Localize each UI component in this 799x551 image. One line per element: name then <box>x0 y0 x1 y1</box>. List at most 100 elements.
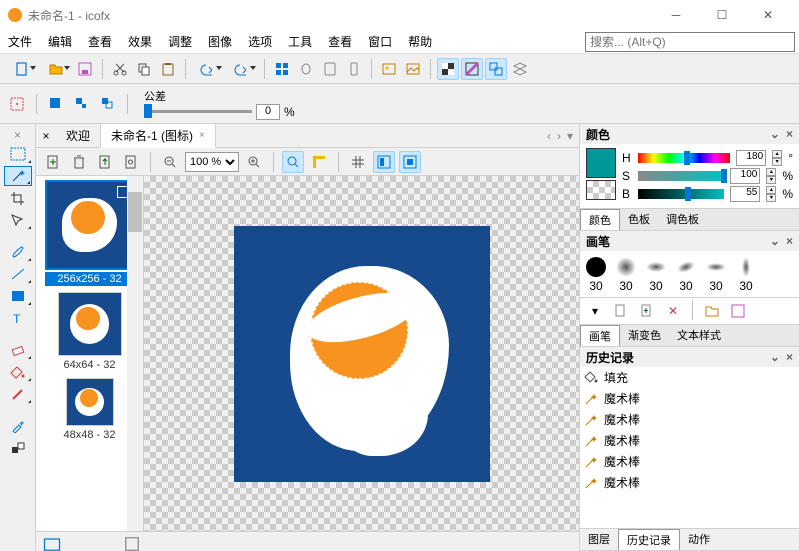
s-value[interactable]: 100 <box>730 168 760 184</box>
brush-preset[interactable]: 30 <box>704 255 728 293</box>
menu-edit[interactable]: 编辑 <box>40 30 80 53</box>
brush-preset[interactable]: 30 <box>674 255 698 293</box>
size-up-button[interactable] <box>94 151 116 173</box>
thumbnail-item[interactable]: 64x64 - 32 <box>45 292 135 372</box>
image-button[interactable] <box>378 58 400 80</box>
maximize-button[interactable]: ☐ <box>699 0 745 30</box>
bounds-button[interactable] <box>485 58 507 80</box>
color-swap-tool[interactable] <box>4 438 32 458</box>
panel-close-icon[interactable]: × <box>786 127 793 141</box>
menu-tools[interactable]: 工具 <box>280 30 320 53</box>
bri-slider[interactable] <box>638 189 724 199</box>
grid-button[interactable] <box>347 151 369 173</box>
select-add-button[interactable] <box>45 93 67 115</box>
tabs-close-icon[interactable]: × <box>36 129 56 143</box>
checker-button[interactable] <box>437 58 459 80</box>
platform-android-button[interactable] <box>319 58 341 80</box>
thumbnail-item[interactable]: 256x256 - 32 <box>45 180 135 286</box>
brush-add-button[interactable] <box>636 300 658 322</box>
brush-preset[interactable]: 30 <box>734 255 758 293</box>
canvas-area[interactable] <box>144 176 579 531</box>
brush-open-button[interactable] <box>701 300 723 322</box>
thumbnail-item[interactable]: 48x48 - 32 <box>45 378 135 442</box>
gradient-tool[interactable] <box>4 384 32 404</box>
brush-preset[interactable]: 30 <box>614 255 638 293</box>
add-size-button[interactable] <box>42 151 64 173</box>
select-sub-button[interactable] <box>71 93 93 115</box>
guide-button[interactable] <box>399 151 421 173</box>
tab-close-icon[interactable]: × <box>199 130 205 141</box>
zoom-tool-button[interactable] <box>282 151 304 173</box>
brush-new-button[interactable] <box>610 300 632 322</box>
tab-history[interactable]: 历史记录 <box>618 529 680 550</box>
undo-button[interactable] <box>192 58 224 80</box>
brush-preset[interactable]: 30 <box>644 255 668 293</box>
b-value[interactable]: 55 <box>730 186 760 202</box>
history-item[interactable]: 魔术棒 <box>580 451 799 472</box>
search-input[interactable] <box>585 32 795 52</box>
s-spinner[interactable]: ▴▾ <box>766 168 776 184</box>
panel-menu-icon[interactable]: ⌄ <box>770 234 780 248</box>
open-button[interactable] <box>40 58 72 80</box>
tab-color[interactable]: 颜色 <box>580 209 620 230</box>
size-settings-button[interactable] <box>120 151 142 173</box>
h-value[interactable]: 180 <box>736 150 766 166</box>
history-item[interactable]: 填充 <box>580 367 799 388</box>
mask-button[interactable] <box>461 58 483 80</box>
slider-thumb[interactable] <box>144 104 152 118</box>
menu-view2[interactable]: 查看 <box>320 30 360 53</box>
tab-next[interactable]: › <box>557 129 561 143</box>
menu-options[interactable]: 选项 <box>240 30 280 53</box>
platform-mobile-button[interactable] <box>343 58 365 80</box>
menu-window[interactable]: 窗口 <box>360 30 400 53</box>
fill-tool[interactable] <box>4 362 32 382</box>
rulers-button[interactable] <box>308 151 330 173</box>
background-color-swatch[interactable] <box>586 180 616 200</box>
layers-button[interactable] <box>402 58 424 80</box>
history-item[interactable]: 魔术棒 <box>580 409 799 430</box>
brush-delete-button[interactable]: ✕ <box>662 300 684 322</box>
rectangle-tool[interactable] <box>4 286 32 306</box>
text-tool[interactable]: T <box>4 308 32 328</box>
brush-tool[interactable] <box>4 242 32 262</box>
preview-button[interactable] <box>373 151 395 173</box>
new-button[interactable] <box>6 58 38 80</box>
menu-file[interactable]: 文件 <box>0 30 40 53</box>
zoom-select[interactable]: 100 % <box>185 152 239 172</box>
thumbnail-scrollbar[interactable] <box>127 176 143 531</box>
menu-adjust[interactable]: 调整 <box>160 30 200 53</box>
panel-close-icon[interactable]: × <box>786 234 793 248</box>
hue-slider[interactable] <box>638 153 730 163</box>
brush-preset[interactable]: 30 <box>584 255 608 293</box>
platform-apple-button[interactable] <box>295 58 317 80</box>
tab-menu[interactable]: ▾ <box>567 129 573 143</box>
save-button[interactable] <box>74 58 96 80</box>
crop-tool[interactable] <box>4 188 32 208</box>
tab-brush[interactable]: 画笔 <box>580 325 620 346</box>
delete-size-button[interactable] <box>68 151 90 173</box>
cut-button[interactable] <box>109 58 131 80</box>
marquee-tool[interactable] <box>4 144 32 164</box>
eraser-tool[interactable] <box>4 340 32 360</box>
tab-layers[interactable]: 图层 <box>580 529 618 550</box>
line-tool[interactable] <box>4 264 32 284</box>
menu-help[interactable]: 帮助 <box>400 30 440 53</box>
menu-effects[interactable]: 效果 <box>120 30 160 53</box>
tab-actions[interactable]: 动作 <box>680 529 718 550</box>
panel-menu-icon[interactable]: ⌄ <box>770 350 780 364</box>
history-item[interactable]: 魔术棒 <box>580 472 799 493</box>
menu-image[interactable]: 图像 <box>200 30 240 53</box>
tab-textstyle[interactable]: 文本样式 <box>669 325 729 346</box>
zoom-in-button[interactable] <box>243 151 265 173</box>
palette-close[interactable]: × <box>8 128 28 142</box>
tab-prev[interactable]: ‹ <box>547 129 551 143</box>
brush-menu-button[interactable]: ▾ <box>584 300 606 322</box>
zoom-out-button[interactable] <box>159 151 181 173</box>
h-spinner[interactable]: ▴▾ <box>772 150 782 166</box>
panel-close-icon[interactable]: × <box>786 350 793 364</box>
close-button[interactable]: ✕ <box>745 0 791 30</box>
tab-welcome[interactable]: 欢迎 <box>56 124 100 147</box>
tab-mixer[interactable]: 调色板 <box>658 209 707 230</box>
wand-mode-button[interactable] <box>6 93 28 115</box>
layers-icon-button[interactable] <box>509 58 531 80</box>
